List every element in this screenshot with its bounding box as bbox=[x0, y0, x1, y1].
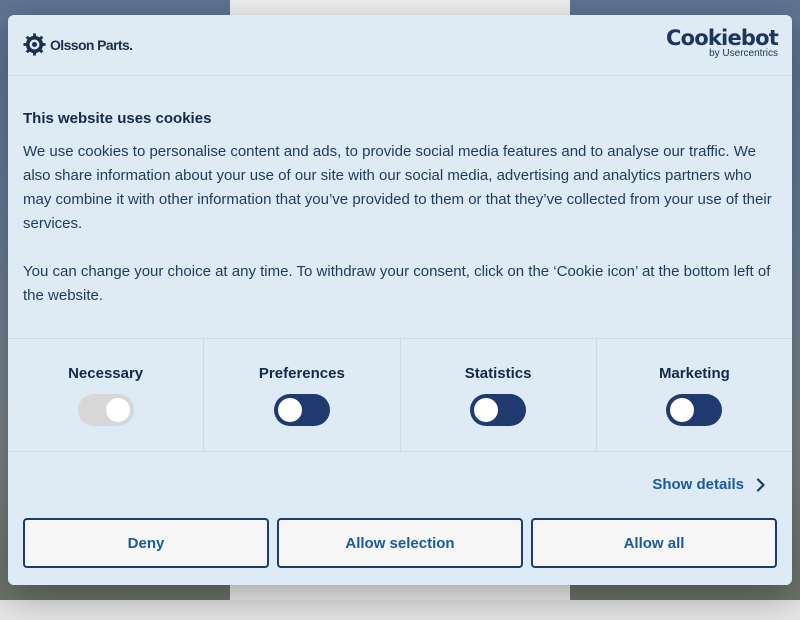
deny-button[interactable]: Deny bbox=[23, 518, 269, 568]
cookiebot-logo[interactable]: Cookiebot by Usercentrics bbox=[666, 26, 779, 59]
allow-selection-button[interactable]: Allow selection bbox=[277, 518, 523, 568]
toggle-preferences: Preferences bbox=[204, 339, 401, 451]
consent-toggles: Necessary Preferences Statistics Marketi… bbox=[8, 339, 792, 452]
background-page-bottom bbox=[0, 600, 800, 620]
toggle-preferences-label: Preferences bbox=[258, 365, 345, 382]
brand-logo: Olsson Parts. bbox=[23, 33, 133, 56]
toggle-necessary-label: Necessary bbox=[68, 365, 144, 382]
dialog-withdraw-note: You can change your choice at any time. … bbox=[23, 263, 771, 304]
marketing-switch[interactable] bbox=[666, 394, 723, 426]
dialog-content: This website uses cookies We use cookies… bbox=[8, 76, 792, 339]
toggle-statistics-label: Statistics bbox=[464, 365, 532, 382]
cookie-consent-dialog: Olsson Parts. Cookiebot by Usercentrics … bbox=[8, 15, 792, 585]
dialog-header: Olsson Parts. Cookiebot by Usercentrics bbox=[8, 15, 792, 76]
cookiebot-wordmark: Cookiebot bbox=[666, 26, 779, 50]
show-details-link[interactable]: Show details bbox=[652, 476, 766, 493]
action-buttons: Deny Allow selection Allow all bbox=[23, 518, 777, 568]
cookiebot-byline: by Usercentrics bbox=[709, 48, 778, 59]
switch-knob bbox=[474, 398, 499, 422]
toggle-statistics: Statistics bbox=[401, 339, 597, 451]
chevron-right-icon bbox=[756, 477, 765, 492]
switch-knob bbox=[277, 398, 302, 422]
toggle-marketing: Marketing bbox=[597, 339, 792, 451]
allow-all-button[interactable]: Allow all bbox=[531, 518, 777, 568]
switch-knob bbox=[670, 398, 695, 422]
brand-name: Olsson Parts. bbox=[50, 36, 133, 53]
statistics-switch[interactable] bbox=[470, 394, 527, 426]
toggle-marketing-label: Marketing bbox=[658, 365, 730, 382]
switch-knob bbox=[105, 398, 130, 422]
show-details-label: Show details bbox=[652, 476, 744, 493]
dialog-description: We use cookies to personalise content an… bbox=[23, 143, 772, 232]
gear-logo-icon bbox=[23, 33, 46, 56]
necessary-switch bbox=[77, 394, 134, 426]
toggle-necessary: Necessary bbox=[8, 339, 205, 451]
details-row: Show details bbox=[8, 452, 792, 520]
preferences-switch[interactable] bbox=[273, 394, 330, 426]
dialog-title: This website uses cookies bbox=[23, 110, 212, 127]
